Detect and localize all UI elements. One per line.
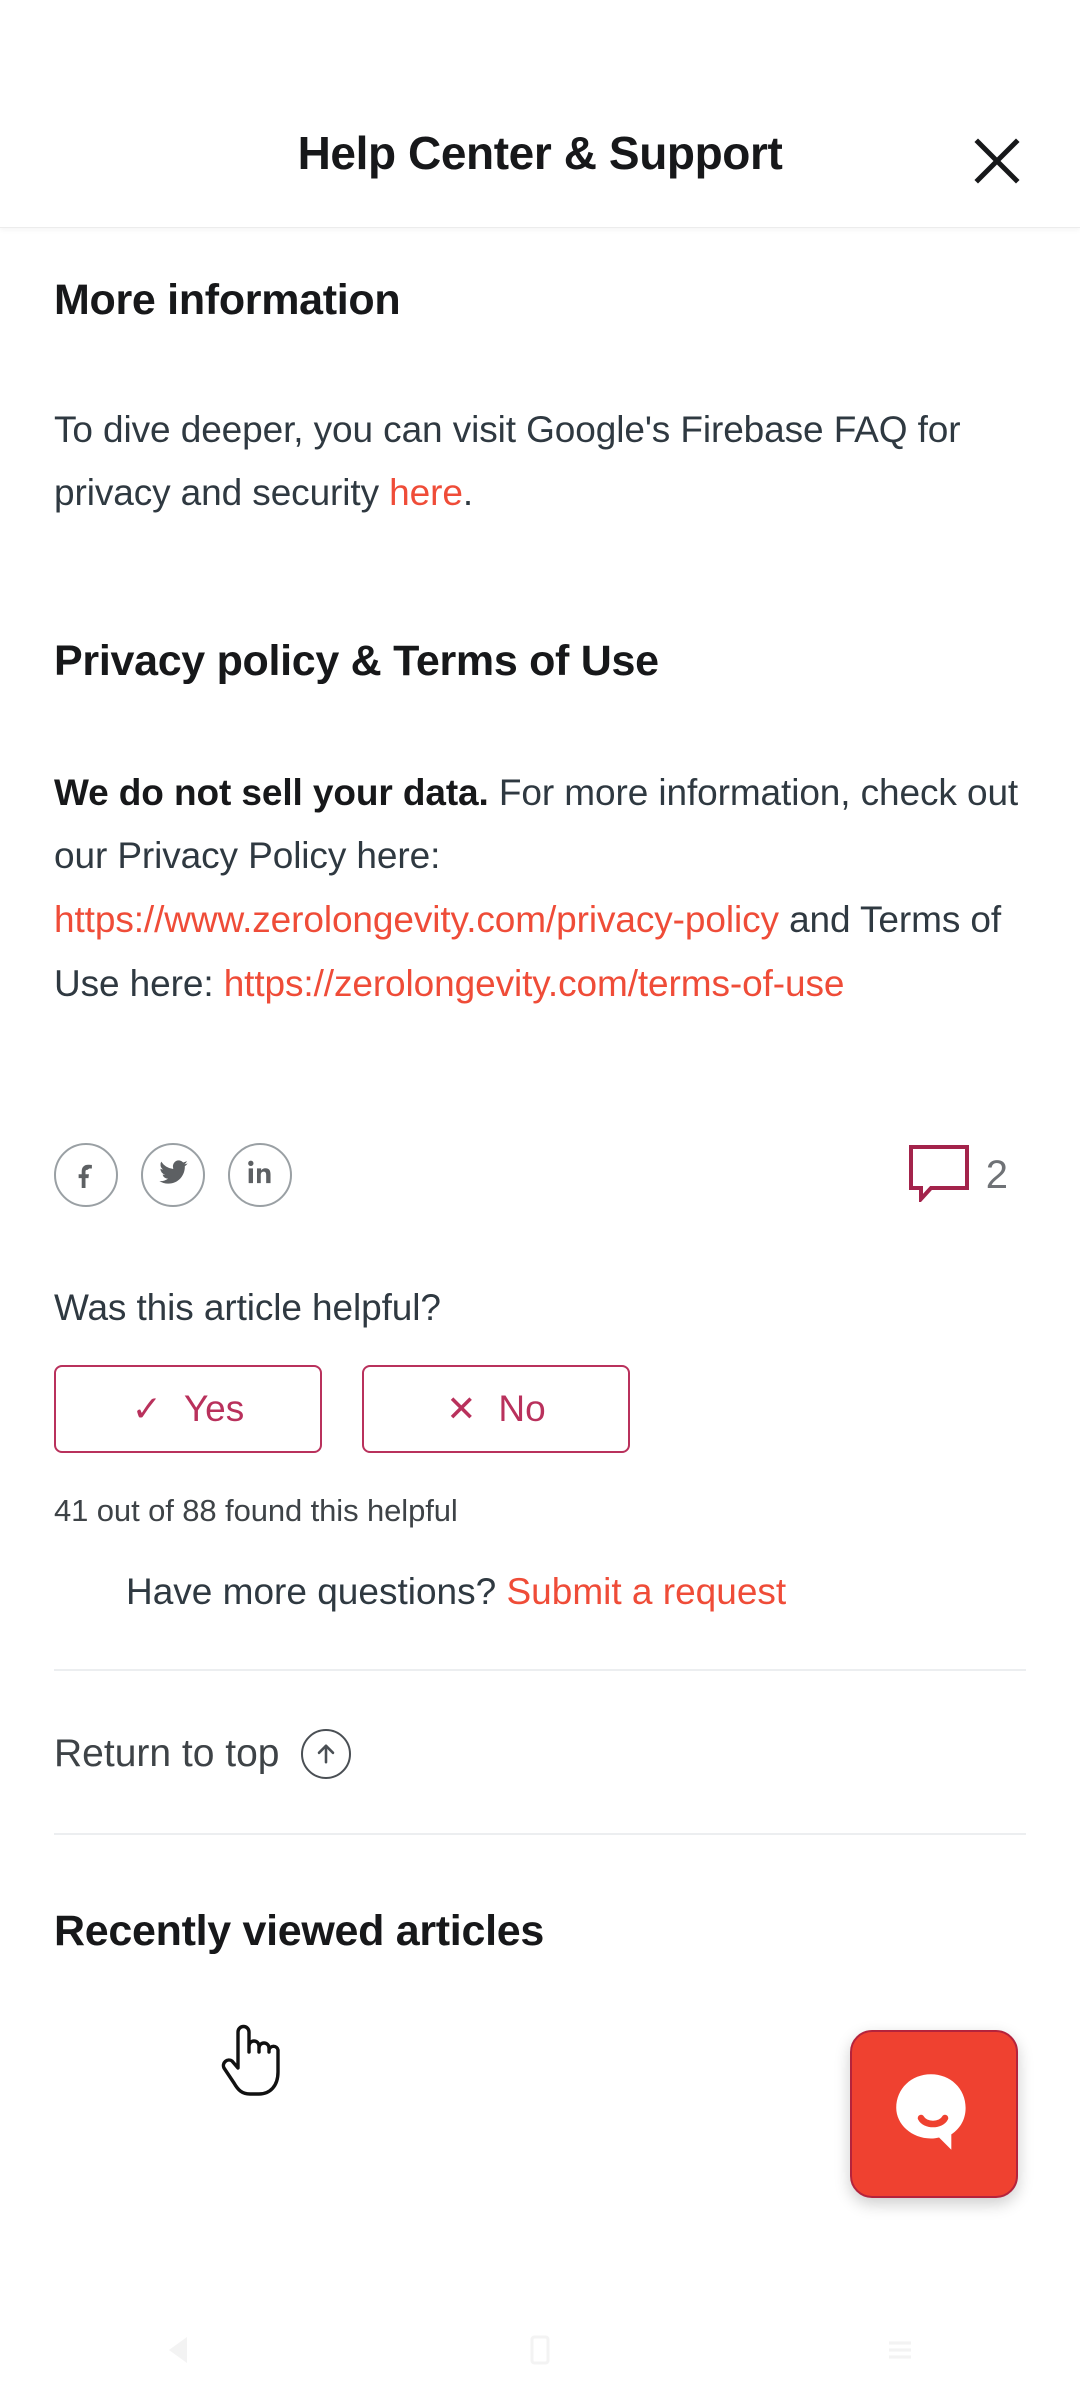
return-to-top-label: Return to top: [54, 1732, 280, 1776]
next-section-heading: Recently viewed articles: [54, 1907, 544, 1956]
section-heading-more-information: More information: [54, 276, 401, 324]
cross-icon: ✕: [446, 1388, 477, 1430]
share-facebook-button[interactable]: [54, 1143, 118, 1208]
vote-yes-label: Yes: [183, 1388, 245, 1430]
bold-lead-text: We do not sell your data.: [54, 771, 489, 813]
section-heading-privacy-terms: Privacy policy & Terms of Use: [54, 637, 659, 685]
privacy-policy-link[interactable]: https://www.zerolongevity.com/privacy-po…: [54, 899, 779, 940]
article-feedback-block: Was this article helpful? ✓ Yes ✕ No 41 …: [54, 1287, 1026, 1529]
modal-header: Help Center & Support: [0, 0, 1080, 228]
comment-count: 2: [985, 1152, 1008, 1197]
paragraph-privacy-terms: We do not sell your data. For more infor…: [54, 761, 1026, 1016]
close-icon: [972, 136, 1022, 191]
vote-no-label: No: [498, 1388, 546, 1430]
submit-request-row: Have more questions? Submit a request: [54, 1571, 1026, 1613]
return-to-top-button[interactable]: Return to top: [54, 1671, 1026, 1833]
arrow-up-circle-icon: [301, 1729, 352, 1780]
share-row: 2: [54, 1143, 1026, 1208]
submit-request-prompt: Have more questions?: [126, 1571, 497, 1613]
page-title: Help Center & Support: [297, 127, 783, 179]
android-navigation-bar: [0, 2304, 1080, 2400]
check-icon: ✓: [131, 1388, 162, 1430]
comment-bubble-icon: [908, 1144, 970, 1207]
terms-of-use-link[interactable]: https://zerolongevity.com/terms-of-use: [224, 963, 845, 1004]
paragraph-more-information: To dive deeper, you can visit Google's F…: [54, 398, 1026, 525]
recents-lines-icon: [883, 2333, 917, 2372]
paragraph-text-tail: .: [462, 472, 473, 514]
divider-bottom: [54, 1833, 1026, 1836]
feedback-buttons: ✓ Yes ✕ No: [54, 1365, 1026, 1454]
chat-smile-icon: [888, 2066, 980, 2163]
facebook-icon: [71, 1158, 101, 1193]
hand-pointer-cursor: [218, 2022, 280, 2108]
share-linkedin-button[interactable]: [228, 1143, 292, 1208]
feedback-question: Was this article helpful?: [54, 1287, 441, 1329]
nav-home-button[interactable]: [480, 2304, 600, 2400]
back-triangle-icon: [163, 2333, 197, 2372]
vote-count-text: 41 out of 88 found this helpful: [54, 1493, 458, 1529]
social-share-group: [54, 1143, 292, 1208]
vote-yes-button[interactable]: ✓ Yes: [54, 1365, 322, 1454]
nav-back-button[interactable]: [120, 2304, 240, 2400]
twitter-icon: [158, 1157, 189, 1193]
linkedin-icon: [246, 1158, 275, 1192]
close-button[interactable]: [962, 128, 1032, 198]
article-content: More information To dive deeper, you can…: [0, 228, 1080, 1956]
submit-request-link[interactable]: Submit a request: [506, 1571, 786, 1612]
paragraph-text: To dive deeper, you can visit Google's F…: [54, 408, 961, 514]
firebase-faq-link[interactable]: here: [389, 472, 463, 513]
home-square-icon: [523, 2333, 557, 2372]
share-twitter-button[interactable]: [141, 1143, 205, 1208]
chat-launcher-button[interactable]: [850, 2030, 1018, 2198]
vote-no-button[interactable]: ✕ No: [362, 1365, 630, 1454]
nav-recents-button[interactable]: [840, 2304, 960, 2400]
comment-group[interactable]: 2: [908, 1144, 1008, 1207]
